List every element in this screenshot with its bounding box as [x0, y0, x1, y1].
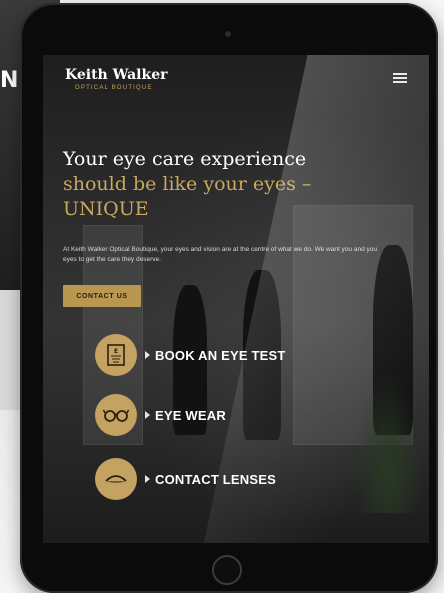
tablet-camera: [225, 31, 231, 37]
svg-text:E: E: [114, 348, 118, 355]
chevron-right-icon: [145, 351, 150, 359]
plant-decoration: [353, 373, 423, 513]
chevron-right-icon: [145, 411, 150, 419]
tablet-home-button[interactable]: [212, 555, 242, 585]
headline-line-1: Your eye care experience: [63, 148, 307, 170]
service-label: BOOK AN EYE TEST: [155, 347, 286, 363]
tablet-device: Keith Walker OPTICAL BOUTIQUE Your eye c…: [20, 3, 438, 593]
brand-name[interactable]: Keith Walker: [65, 67, 167, 83]
hero-headline: Your eye care experience should be like …: [63, 147, 363, 222]
service-contact-lenses[interactable]: CONTACT LENSES: [95, 457, 276, 501]
service-label: CONTACT LENSES: [155, 471, 277, 487]
service-label: EYE WEAR: [155, 407, 226, 423]
site-nav: Keith Walker OPTICAL BOUTIQUE: [43, 55, 429, 101]
chevron-right-icon: [145, 475, 150, 483]
eye-chart-icon: E: [95, 334, 137, 376]
hamburger-menu-icon[interactable]: [393, 73, 407, 83]
mockup-stage: NS Keith Walker OPTICAL BOUTIQUE Your ey…: [0, 0, 444, 593]
tablet-screen: Keith Walker OPTICAL BOUTIQUE Your eye c…: [43, 55, 429, 543]
contact-lens-icon: [95, 458, 137, 500]
glasses-icon: [95, 394, 137, 436]
service-eye-wear[interactable]: EYE WEAR: [95, 393, 226, 437]
headline-line-3: UNIQUE: [63, 198, 149, 220]
brand-tagline: OPTICAL BOUTIQUE: [75, 85, 153, 91]
hero-intro-text: At Keith Walker Optical Boutique, your e…: [63, 246, 377, 263]
contact-us-button[interactable]: CONTACT US: [63, 285, 141, 307]
headline-line-2: should be like your eyes –: [63, 173, 312, 195]
service-book-eye-test[interactable]: E BOOK AN EYE TEST: [95, 333, 286, 377]
